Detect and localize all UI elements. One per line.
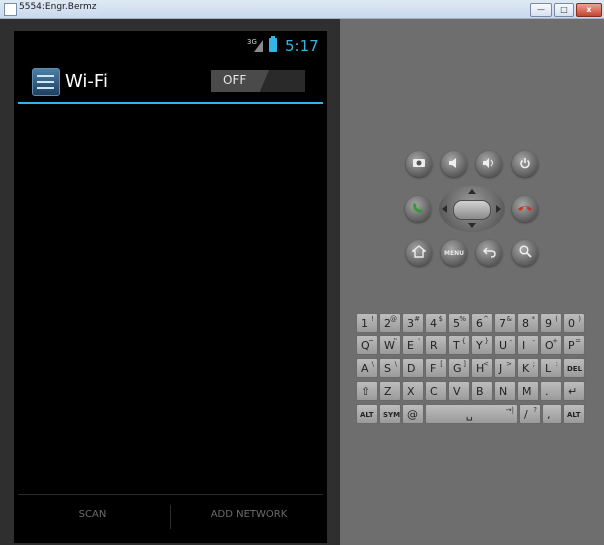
- key-p[interactable]: P =: [563, 335, 585, 355]
- bottom-bar-divider: [18, 494, 323, 495]
- dpad-down-icon[interactable]: [468, 223, 476, 228]
- window-title: 5554:Engr.Bermz: [19, 2, 97, 12]
- key-y[interactable]: Y}: [471, 335, 493, 355]
- device-screen[interactable]: 3G 5:17 Wi-Fi OFF SCAN ADD NETWORK: [14, 31, 327, 543]
- settings-app-icon[interactable]: [32, 68, 60, 96]
- volume-up-button[interactable]: [476, 151, 502, 177]
- volume-up-icon: [482, 157, 496, 172]
- wifi-toggle-label: OFF: [223, 73, 247, 87]
- key-m[interactable]: M: [517, 381, 539, 401]
- key-enter[interactable]: ↵: [563, 381, 585, 401]
- key-space[interactable]: ␣ →|: [425, 404, 518, 424]
- back-button[interactable]: [476, 240, 502, 266]
- key-z[interactable]: Z: [379, 381, 401, 401]
- action-bar: Wi-Fi OFF: [14, 63, 327, 103]
- maximize-button[interactable]: □: [554, 3, 574, 17]
- call-button[interactable]: [405, 196, 431, 222]
- key-e[interactable]: E ': [402, 335, 424, 355]
- add-network-button[interactable]: ADD NETWORK: [171, 509, 327, 529]
- volume-down-icon: [448, 157, 460, 172]
- device-skin-right: [340, 19, 604, 545]
- key-l[interactable]: L:: [540, 358, 562, 378]
- minimize-button[interactable]: —: [530, 3, 552, 17]
- key-w[interactable]: W ": [379, 335, 401, 355]
- action-bar-divider: [18, 102, 323, 104]
- call-icon: [411, 201, 425, 218]
- key-q[interactable]: Q ~: [356, 335, 378, 355]
- battery-icon: [269, 36, 277, 52]
- key-7[interactable]: 7 &: [494, 313, 516, 333]
- back-icon: [482, 245, 496, 261]
- key-f[interactable]: F[: [425, 358, 447, 378]
- key-s[interactable]: S \: [379, 358, 401, 378]
- key-period[interactable]: .: [540, 381, 562, 401]
- key-b[interactable]: B: [471, 381, 493, 401]
- key-sym[interactable]: SYM: [379, 404, 401, 424]
- key-6[interactable]: 6 ^: [471, 313, 493, 333]
- key-h[interactable]: H <: [471, 358, 493, 378]
- status-bar: 3G 5:17: [14, 31, 327, 59]
- key-k[interactable]: K;: [517, 358, 539, 378]
- key-t[interactable]: T{: [448, 335, 470, 355]
- key-del[interactable]: DEL: [563, 358, 585, 378]
- dpad[interactable]: [439, 186, 505, 232]
- key-alt-left[interactable]: ALT: [356, 404, 378, 424]
- volume-down-button[interactable]: [441, 151, 467, 177]
- menu-button[interactable]: MENU: [441, 240, 467, 266]
- status-clock: 5:17: [285, 37, 319, 55]
- key-n[interactable]: N: [494, 381, 516, 401]
- key-a[interactable]: A \: [356, 358, 378, 378]
- key-at[interactable]: @: [402, 404, 424, 424]
- window-app-icon: [4, 3, 17, 16]
- hardware-keyboard: 1! 2 @ 3 # 4 $ 5% 6 ^ 7 & 8 * 9( 0) Q ~ W " E ' R…: [354, 311, 589, 425]
- key-slash[interactable]: /?: [519, 404, 541, 424]
- search-icon: [518, 245, 532, 261]
- signal-icon: [254, 40, 263, 52]
- key-o[interactable]: O +: [540, 335, 562, 355]
- scan-button[interactable]: SCAN: [14, 509, 171, 529]
- dpad-center-button[interactable]: [453, 200, 491, 220]
- dpad-right-icon[interactable]: [496, 205, 501, 213]
- close-button[interactable]: x: [576, 3, 602, 17]
- key-g[interactable]: G]: [448, 358, 470, 378]
- key-0[interactable]: 0): [563, 313, 585, 333]
- key-c[interactable]: C: [425, 381, 447, 401]
- power-button[interactable]: [512, 151, 538, 177]
- key-1[interactable]: 1!: [356, 313, 378, 333]
- key-x[interactable]: X: [402, 381, 424, 401]
- camera-icon: [412, 157, 426, 171]
- key-4[interactable]: 4 $: [425, 313, 447, 333]
- key-9[interactable]: 9(: [540, 313, 562, 333]
- page-title: Wi-Fi: [65, 71, 108, 92]
- key-i[interactable]: I-: [517, 335, 539, 355]
- end-call-button[interactable]: [512, 196, 538, 222]
- camera-button[interactable]: [406, 151, 432, 177]
- end-call-icon: [517, 202, 533, 216]
- search-button[interactable]: [512, 240, 538, 266]
- key-8[interactable]: 8 *: [517, 313, 539, 333]
- key-5[interactable]: 5%: [448, 313, 470, 333]
- dpad-up-icon[interactable]: [468, 189, 476, 194]
- key-3[interactable]: 3 #: [402, 313, 424, 333]
- key-alt-right[interactable]: ALT: [563, 404, 585, 424]
- key-v[interactable]: V: [448, 381, 470, 401]
- key-r[interactable]: R: [425, 335, 447, 355]
- wifi-toggle[interactable]: OFF: [211, 70, 305, 92]
- home-button[interactable]: [406, 240, 432, 266]
- key-2[interactable]: 2 @: [379, 313, 401, 333]
- key-j[interactable]: J >: [494, 358, 516, 378]
- power-icon: [519, 157, 531, 172]
- dpad-left-icon[interactable]: [442, 205, 447, 213]
- window-titlebar: 5554:Engr.Bermz — □ x: [0, 0, 604, 19]
- key-d[interactable]: D: [402, 358, 424, 378]
- key-u[interactable]: U-: [494, 335, 516, 355]
- key-shift[interactable]: ⇧: [356, 381, 378, 401]
- key-comma[interactable]: ,: [542, 404, 562, 424]
- home-icon: [411, 245, 427, 261]
